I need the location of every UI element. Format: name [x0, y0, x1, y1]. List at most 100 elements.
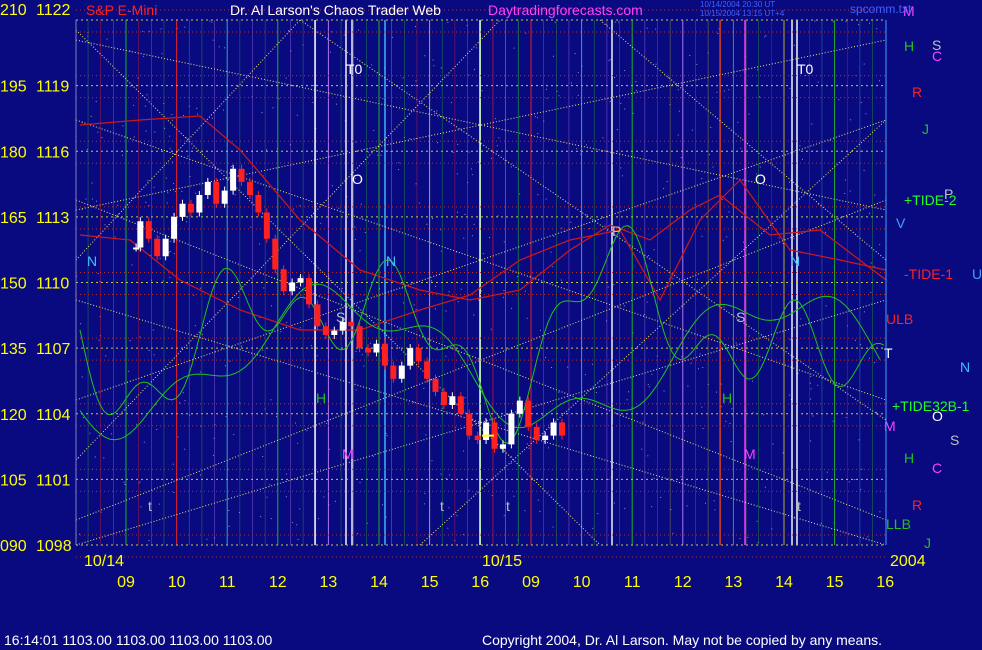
- outer-scale-label: 090: [0, 538, 27, 555]
- star: [401, 287, 403, 289]
- star: [870, 291, 872, 293]
- star: [651, 506, 653, 508]
- star: [498, 137, 500, 139]
- star: [122, 125, 124, 127]
- website-link[interactable]: Daytradingforecasts.com: [488, 2, 643, 18]
- star: [730, 441, 732, 443]
- star: [663, 390, 665, 392]
- star: [832, 420, 834, 422]
- star: [79, 533, 81, 535]
- star: [677, 89, 679, 91]
- star: [814, 20, 816, 22]
- price-candle: [415, 348, 422, 362]
- star: [250, 226, 252, 228]
- star: [173, 183, 175, 185]
- star: [788, 394, 790, 396]
- star: [503, 289, 505, 291]
- star: [434, 112, 436, 114]
- star: [870, 262, 872, 264]
- star: [124, 484, 126, 486]
- star: [448, 507, 450, 509]
- star: [276, 416, 277, 418]
- star: [464, 397, 466, 399]
- star: [212, 39, 214, 41]
- outer-scale-label: 165: [0, 210, 27, 227]
- star: [94, 456, 96, 458]
- star: [585, 144, 587, 146]
- star: [143, 55, 145, 57]
- star: [415, 183, 417, 185]
- star: [480, 290, 482, 292]
- star: [193, 294, 195, 296]
- star: [854, 479, 856, 481]
- star: [457, 143, 459, 145]
- right-legend-label: V: [896, 215, 906, 231]
- star: [845, 20, 847, 22]
- star: [825, 231, 827, 233]
- chart-annotation-label: N: [790, 253, 800, 269]
- star: [525, 32, 527, 34]
- star: [618, 21, 620, 23]
- star: [613, 284, 615, 286]
- star: [646, 301, 648, 303]
- star: [266, 496, 268, 498]
- star: [542, 414, 544, 416]
- star: [473, 68, 475, 70]
- star: [90, 115, 92, 117]
- star: [354, 226, 356, 228]
- star: [297, 538, 299, 540]
- star: [764, 486, 766, 488]
- star: [145, 130, 147, 132]
- star: [147, 180, 149, 182]
- star: [142, 31, 144, 33]
- star: [697, 368, 699, 370]
- star: [313, 84, 315, 86]
- star: [691, 129, 693, 131]
- price-candle: [381, 343, 388, 366]
- star: [270, 305, 272, 307]
- star: [646, 27, 648, 29]
- price-candle: [373, 343, 380, 353]
- star: [576, 148, 578, 150]
- star: [690, 362, 692, 364]
- right-legend-label: C: [932, 48, 942, 64]
- star: [810, 398, 812, 400]
- star: [415, 80, 417, 82]
- star: [490, 328, 492, 330]
- star: [810, 440, 812, 442]
- star: [140, 506, 142, 508]
- star: [463, 450, 465, 452]
- star: [867, 536, 869, 538]
- star: [726, 236, 728, 238]
- star: [95, 101, 97, 103]
- star: [292, 522, 294, 524]
- star: [170, 240, 172, 242]
- star: [613, 502, 615, 504]
- star: [285, 77, 287, 79]
- star: [534, 116, 536, 118]
- star: [385, 516, 387, 518]
- star: [89, 432, 91, 434]
- star: [172, 161, 174, 163]
- star: [262, 456, 264, 458]
- star: [793, 44, 795, 46]
- hour-tick-label: 15: [421, 574, 439, 591]
- price-candle: [255, 195, 262, 213]
- hour-tick-label: 16: [876, 574, 894, 591]
- star: [355, 389, 357, 391]
- star: [641, 448, 643, 450]
- star: [139, 481, 141, 483]
- star: [772, 443, 774, 445]
- star: [528, 447, 530, 449]
- star: [424, 55, 426, 57]
- right-legend-label: R: [912, 497, 922, 513]
- star: [361, 354, 363, 356]
- star: [229, 360, 231, 362]
- star: [471, 168, 473, 170]
- star: [194, 325, 196, 327]
- star: [552, 55, 554, 57]
- star: [85, 198, 87, 200]
- star: [110, 433, 112, 435]
- star: [832, 21, 834, 23]
- star: [482, 253, 484, 255]
